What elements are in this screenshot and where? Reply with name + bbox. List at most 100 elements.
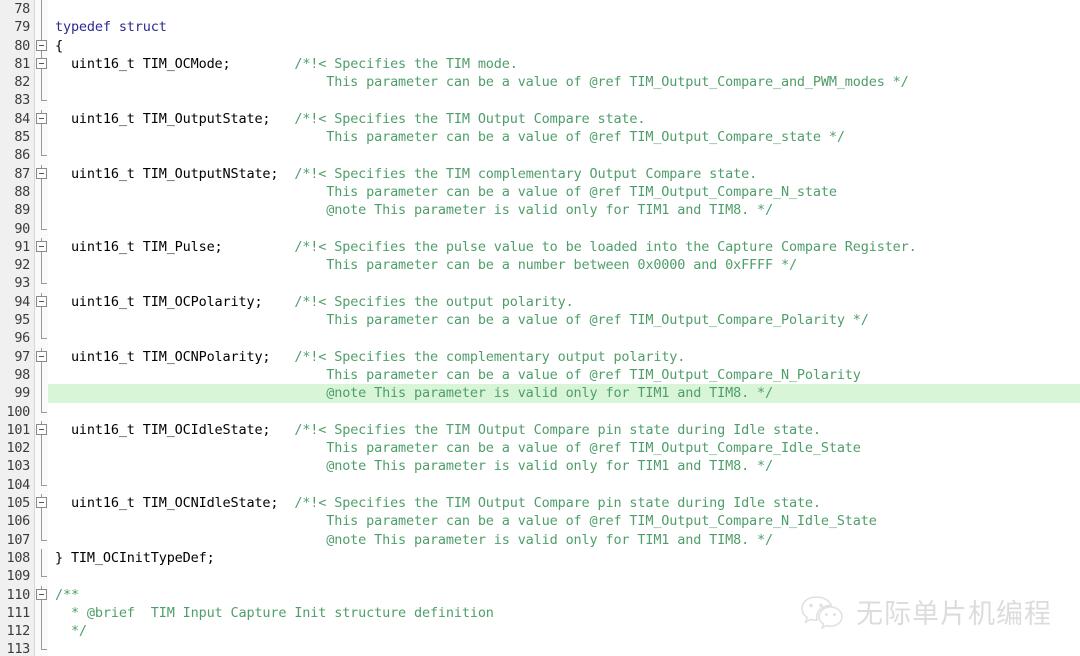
- code-line[interactable]: 86: [0, 146, 1080, 164]
- fold-marker[interactable]: [35, 18, 48, 37]
- code-line[interactable]: 102 This parameter can be a value of @re…: [0, 439, 1080, 458]
- fold-marker[interactable]: [35, 530, 48, 549]
- fold-marker[interactable]: [35, 548, 48, 568]
- fold-marker[interactable]: [35, 219, 48, 238]
- code-line[interactable]: 97 uint16_t TIM_OCNPolarity; /*!< Specif…: [0, 347, 1080, 366]
- code-token-plain: uint16_t TIM_OutputState;: [55, 110, 295, 127]
- code-token-comment: This parameter can be a value of @ref TI…: [55, 183, 837, 200]
- fold-end-marker: [41, 475, 47, 486]
- code-line[interactable]: 107 @note This parameter is valid only f…: [0, 530, 1080, 549]
- code-line[interactable]: 93: [0, 274, 1080, 292]
- code-line[interactable]: 112 */: [0, 622, 1080, 641]
- code-line[interactable]: 103 @note This parameter is valid only f…: [0, 457, 1080, 476]
- code-line[interactable]: 105 uint16_t TIM_OCNIdleState; /*!< Spec…: [0, 494, 1080, 513]
- fold-marker[interactable]: [35, 36, 48, 55]
- code-line[interactable]: 84 uint16_t TIM_OutputState; /*!< Specif…: [0, 109, 1080, 129]
- fold-marker[interactable]: [35, 439, 48, 458]
- code-editor[interactable]: 78 79 typedef struct 80 {81 uint16_t TIM_OCM…: [0, 0, 1080, 656]
- fold-marker[interactable]: [35, 182, 48, 202]
- fold-marker[interactable]: [35, 622, 48, 641]
- code-token-comment: This parameter can be a value of @ref TI…: [55, 440, 861, 457]
- code-lines-container[interactable]: 78 79 typedef struct 80 {81 uint16_t TIM_OCM…: [0, 0, 1080, 656]
- fold-marker[interactable]: [35, 585, 48, 604]
- code-line[interactable]: 104: [0, 475, 1080, 494]
- collapse-box-icon[interactable]: [36, 350, 47, 362]
- fold-marker[interactable]: [35, 256, 48, 275]
- fold-marker[interactable]: [35, 603, 48, 623]
- collapse-box-icon[interactable]: [36, 240, 47, 252]
- fold-marker[interactable]: [35, 567, 48, 585]
- fold-marker[interactable]: [35, 128, 48, 147]
- code-line[interactable]: 96: [0, 329, 1080, 347]
- code-line[interactable]: 101 uint16_t TIM_OCIdleState; /*!< Speci…: [0, 420, 1080, 440]
- code-line[interactable]: 113: [0, 640, 1080, 656]
- fold-marker[interactable]: [35, 292, 48, 312]
- line-number: 92: [14, 257, 30, 274]
- fold-marker[interactable]: [35, 0, 48, 19]
- collapse-box-icon[interactable]: [36, 295, 47, 307]
- code-line[interactable]: 94 uint16_t TIM_OCPolarity; /*!< Specifi…: [0, 292, 1080, 312]
- fold-marker[interactable]: [35, 329, 48, 347]
- code-line[interactable]: 78: [0, 0, 1080, 19]
- code-line[interactable]: 109: [0, 567, 1080, 585]
- fold-marker[interactable]: [35, 402, 48, 421]
- fold-marker[interactable]: [35, 164, 48, 183]
- fold-marker[interactable]: [35, 457, 48, 476]
- code-line[interactable]: 110 /**: [0, 585, 1080, 604]
- collapse-box-icon[interactable]: [36, 588, 47, 600]
- code-line[interactable]: 89 @note This parameter is valid only fo…: [0, 201, 1080, 220]
- code-line[interactable]: 91 uint16_t TIM_Pulse; /*!< Specifies th…: [0, 237, 1080, 257]
- code-line[interactable]: 87 uint16_t TIM_OutputNState; /*!< Speci…: [0, 164, 1080, 183]
- code-token-comment: /*!< Specifies the TIM Output Compare pi…: [294, 421, 821, 438]
- fold-marker[interactable]: [35, 420, 48, 440]
- collapse-box-icon[interactable]: [36, 497, 47, 509]
- code-line[interactable]: 79 typedef struct: [0, 18, 1080, 37]
- fold-marker[interactable]: [35, 201, 48, 220]
- fold-marker[interactable]: [35, 475, 48, 494]
- code-line[interactable]: 92 This parameter can be a number betwee…: [0, 256, 1080, 275]
- code-line[interactable]: 108} TIM_OCInitTypeDef;: [0, 548, 1080, 568]
- fold-marker[interactable]: [35, 384, 48, 403]
- fold-marker[interactable]: [35, 73, 48, 92]
- fold-marker[interactable]: [35, 311, 48, 330]
- code-line[interactable]: 98 This parameter can be a value of @ref…: [0, 365, 1080, 385]
- line-number: 112: [6, 623, 31, 640]
- fold-marker[interactable]: [35, 54, 48, 74]
- collapse-box-icon[interactable]: [36, 112, 47, 124]
- line-number: 85: [14, 129, 30, 146]
- fold-marker[interactable]: [35, 109, 48, 129]
- fold-marker[interactable]: [35, 640, 48, 656]
- fold-guide-line: [41, 128, 42, 147]
- code-line[interactable]: 100: [0, 402, 1080, 421]
- fold-end-marker: [41, 329, 47, 340]
- collapse-box-icon[interactable]: [36, 423, 47, 435]
- code-text: uint16_t TIM_OCIdleState; /*!< Specifies…: [55, 421, 821, 439]
- code-line[interactable]: 82 This parameter can be a value of @ref…: [0, 73, 1080, 92]
- fold-marker[interactable]: [35, 237, 48, 257]
- code-line[interactable]: 111 * @brief TIM Input Capture Init stru…: [0, 603, 1080, 623]
- code-line[interactable]: 81 uint16_t TIM_OCMode; /*!< Specifies t…: [0, 54, 1080, 74]
- code-line[interactable]: 88 This parameter can be a value of @ref…: [0, 182, 1080, 202]
- code-token-comment: /*!< Specifies the pulse value to be loa…: [294, 238, 917, 255]
- code-line[interactable]: 95 This parameter can be a value of @ref…: [0, 311, 1080, 330]
- code-line[interactable]: 99 @note This parameter is valid only fo…: [0, 384, 1080, 403]
- code-token-comment: /*!< Specifies the complementary output …: [294, 348, 686, 365]
- code-line[interactable]: 106 This parameter can be a value of @re…: [0, 512, 1080, 531]
- code-token-plain: uint16_t TIM_OCIdleState;: [55, 421, 295, 438]
- fold-marker[interactable]: [35, 91, 48, 109]
- code-line[interactable]: 80 {: [0, 36, 1080, 55]
- code-text: uint16_t TIM_OCNIdleState; /*!< Specifie…: [55, 494, 821, 512]
- collapse-box-icon[interactable]: [36, 39, 47, 51]
- code-line[interactable]: 85 This parameter can be a value of @ref…: [0, 128, 1080, 147]
- code-line[interactable]: 90: [0, 219, 1080, 238]
- fold-marker[interactable]: [35, 512, 48, 531]
- fold-marker[interactable]: [35, 347, 48, 366]
- collapse-box-icon[interactable]: [36, 57, 47, 69]
- collapse-box-icon[interactable]: [36, 167, 47, 179]
- line-number: 110: [6, 586, 31, 603]
- fold-marker[interactable]: [35, 146, 48, 164]
- code-line[interactable]: 83: [0, 91, 1080, 109]
- fold-marker[interactable]: [35, 494, 48, 513]
- fold-marker[interactable]: [35, 365, 48, 385]
- fold-marker[interactable]: [35, 274, 48, 292]
